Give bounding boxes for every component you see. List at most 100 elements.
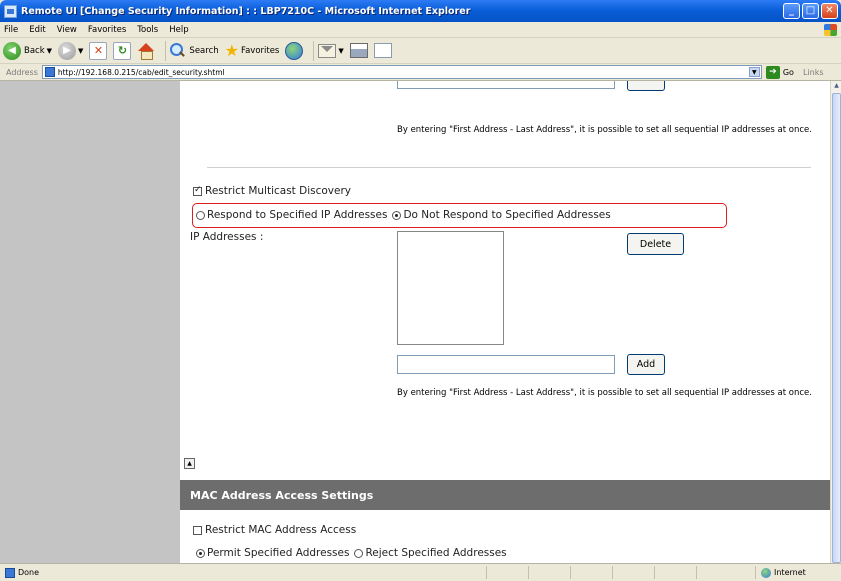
not-respond-specified-option[interactable]: Do Not Respond to Specified Addresses (392, 209, 611, 221)
vertical-scrollbar[interactable]: ▲ (830, 81, 841, 563)
mac-section-header: MAC Address Access Settings (180, 480, 830, 510)
status-panel (654, 566, 696, 579)
stop-icon: ✕ (89, 41, 108, 60)
dropdown-arrow-icon: ▼ (46, 46, 53, 55)
ip-address-input[interactable] (397, 355, 615, 374)
stop-button[interactable]: ✕ (89, 40, 108, 62)
ip-addresses-label: IP Addresses : (190, 231, 264, 243)
status-text: Done (18, 568, 40, 577)
reject-radio[interactable] (354, 548, 364, 558)
media-button[interactable] (285, 40, 304, 62)
permit-radio-label: Permit Specified Addresses (207, 547, 350, 559)
printer-icon (349, 43, 368, 58)
restrict-mac-checkbox[interactable] (193, 525, 202, 535)
restrict-multicast-label: Restrict Multicast Discovery (205, 185, 352, 197)
title-bar: Remote UI [Change Security Information] … (0, 0, 841, 22)
go-button[interactable]: Go (783, 68, 794, 77)
add-button-top[interactable] (627, 81, 665, 91)
not-respond-radio[interactable] (392, 210, 402, 220)
address-bar: Address http://192.168.0.215/cab/edit_se… (0, 64, 841, 81)
favorites-star-icon: ★ (224, 40, 239, 60)
address-label: Address (6, 67, 38, 77)
window-title: Remote UI [Change Security Information] … (21, 5, 471, 17)
toolbar-separator (165, 40, 167, 61)
left-navigation-panel (0, 81, 180, 563)
favorites-button[interactable]: ★ Favorites (225, 40, 280, 62)
dropdown-arrow-icon: ▼ (338, 46, 344, 55)
respond-radio-label: Respond to Specified IP Addresses (207, 209, 388, 221)
security-zone: Internet (755, 566, 841, 579)
mail-button[interactable]: ▼ (318, 40, 344, 62)
toolbar-separator (313, 40, 315, 61)
reject-specified-option[interactable]: Reject Specified Addresses (354, 547, 507, 559)
scrollbar-thumb[interactable] (832, 93, 841, 563)
refresh-icon: ↻ (113, 41, 132, 60)
status-panel (570, 566, 612, 579)
respond-radio[interactable] (196, 210, 205, 220)
permit-specified-option[interactable]: Permit Specified Addresses (196, 547, 349, 559)
page-content: By entering "First Address - Last Addres… (180, 81, 830, 563)
links-button[interactable]: Links (803, 68, 824, 77)
zone-label: Internet (774, 568, 806, 577)
status-panel (696, 566, 738, 579)
permit-radio[interactable] (196, 548, 205, 558)
menu-tools[interactable]: Tools (137, 25, 158, 35)
address-url: http://192.168.0.215/cab/edit_security.s… (57, 67, 225, 77)
maximize-button[interactable]: □ (802, 3, 819, 19)
menu-bar: File Edit View Favorites Tools Help (0, 22, 841, 38)
go-arrow-icon[interactable]: ➔ (765, 65, 780, 79)
menu-view[interactable]: View (57, 25, 77, 35)
add-button[interactable]: Add (627, 354, 665, 375)
status-panels (486, 566, 738, 579)
home-icon (137, 42, 155, 60)
menu-favorites[interactable]: Favorites (88, 25, 126, 35)
reject-radio-label: Reject Specified Addresses (365, 547, 507, 559)
back-button[interactable]: ◀ Back ▼ (3, 40, 52, 62)
media-icon (285, 41, 304, 60)
page-done-icon (5, 567, 15, 578)
search-label: Search (189, 45, 219, 56)
section-divider (207, 167, 811, 168)
dropdown-arrow-icon: ▼ (78, 46, 84, 55)
forward-button[interactable]: ▶ ▼ (58, 40, 83, 62)
home-button[interactable] (137, 40, 155, 62)
edit-page-icon (373, 43, 392, 58)
address-input[interactable]: http://192.168.0.215/cab/edit_security.s… (41, 65, 762, 79)
menu-edit[interactable]: Edit (29, 25, 45, 35)
multicast-response-radio-group: Respond to Specified IP Addresses Do Not… (196, 209, 616, 221)
respond-specified-ip-option[interactable]: Respond to Specified IP Addresses (196, 209, 387, 221)
status-bar: Done Internet (0, 563, 841, 581)
windows-logo-icon (824, 24, 837, 36)
favorites-label: Favorites (240, 45, 280, 56)
first-ip-address-input[interactable] (397, 81, 615, 89)
search-icon (170, 42, 186, 59)
edit-button[interactable] (373, 40, 392, 62)
scroll-to-top-icon[interactable]: ▲ (184, 458, 195, 469)
menu-help[interactable]: Help (169, 25, 188, 35)
scroll-up-arrow-icon[interactable]: ▲ (832, 82, 841, 92)
status-panel (486, 566, 528, 579)
menu-file[interactable]: File (4, 25, 18, 35)
restrict-mac-row[interactable]: Restrict MAC Address Access (193, 524, 356, 536)
back-arrow-icon: ◀ (3, 41, 21, 60)
restrict-multicast-row[interactable]: Restrict Multicast Discovery (193, 185, 351, 197)
search-button[interactable]: Search (170, 40, 219, 62)
minimize-button[interactable]: _ (783, 3, 800, 19)
print-button[interactable] (349, 40, 368, 62)
close-button[interactable]: ✕ (821, 3, 838, 19)
restrict-multicast-checkbox[interactable] (193, 185, 202, 196)
delete-button[interactable]: Delete (627, 233, 684, 255)
forward-arrow-icon: ▶ (58, 41, 77, 60)
sequential-ip-note: By entering "First Address - Last Addres… (397, 388, 812, 398)
status-panel (528, 566, 570, 579)
restrict-mac-label: Restrict MAC Address Access (205, 524, 357, 536)
ip-addresses-listbox[interactable] (397, 231, 504, 345)
refresh-button[interactable]: ↻ (113, 40, 132, 62)
address-dropdown-icon[interactable]: ▼ (748, 67, 760, 77)
not-respond-radio-label: Do Not Respond to Specified Addresses (403, 209, 611, 221)
internet-zone-icon (761, 567, 771, 578)
ie-page-icon (4, 4, 17, 18)
toolbar: ◀ Back ▼ ▶ ▼ ✕ ↻ Search ★ Favorites ▼ (0, 38, 841, 64)
back-label: Back (24, 45, 45, 56)
window-controls: _ □ ✕ (783, 3, 838, 19)
